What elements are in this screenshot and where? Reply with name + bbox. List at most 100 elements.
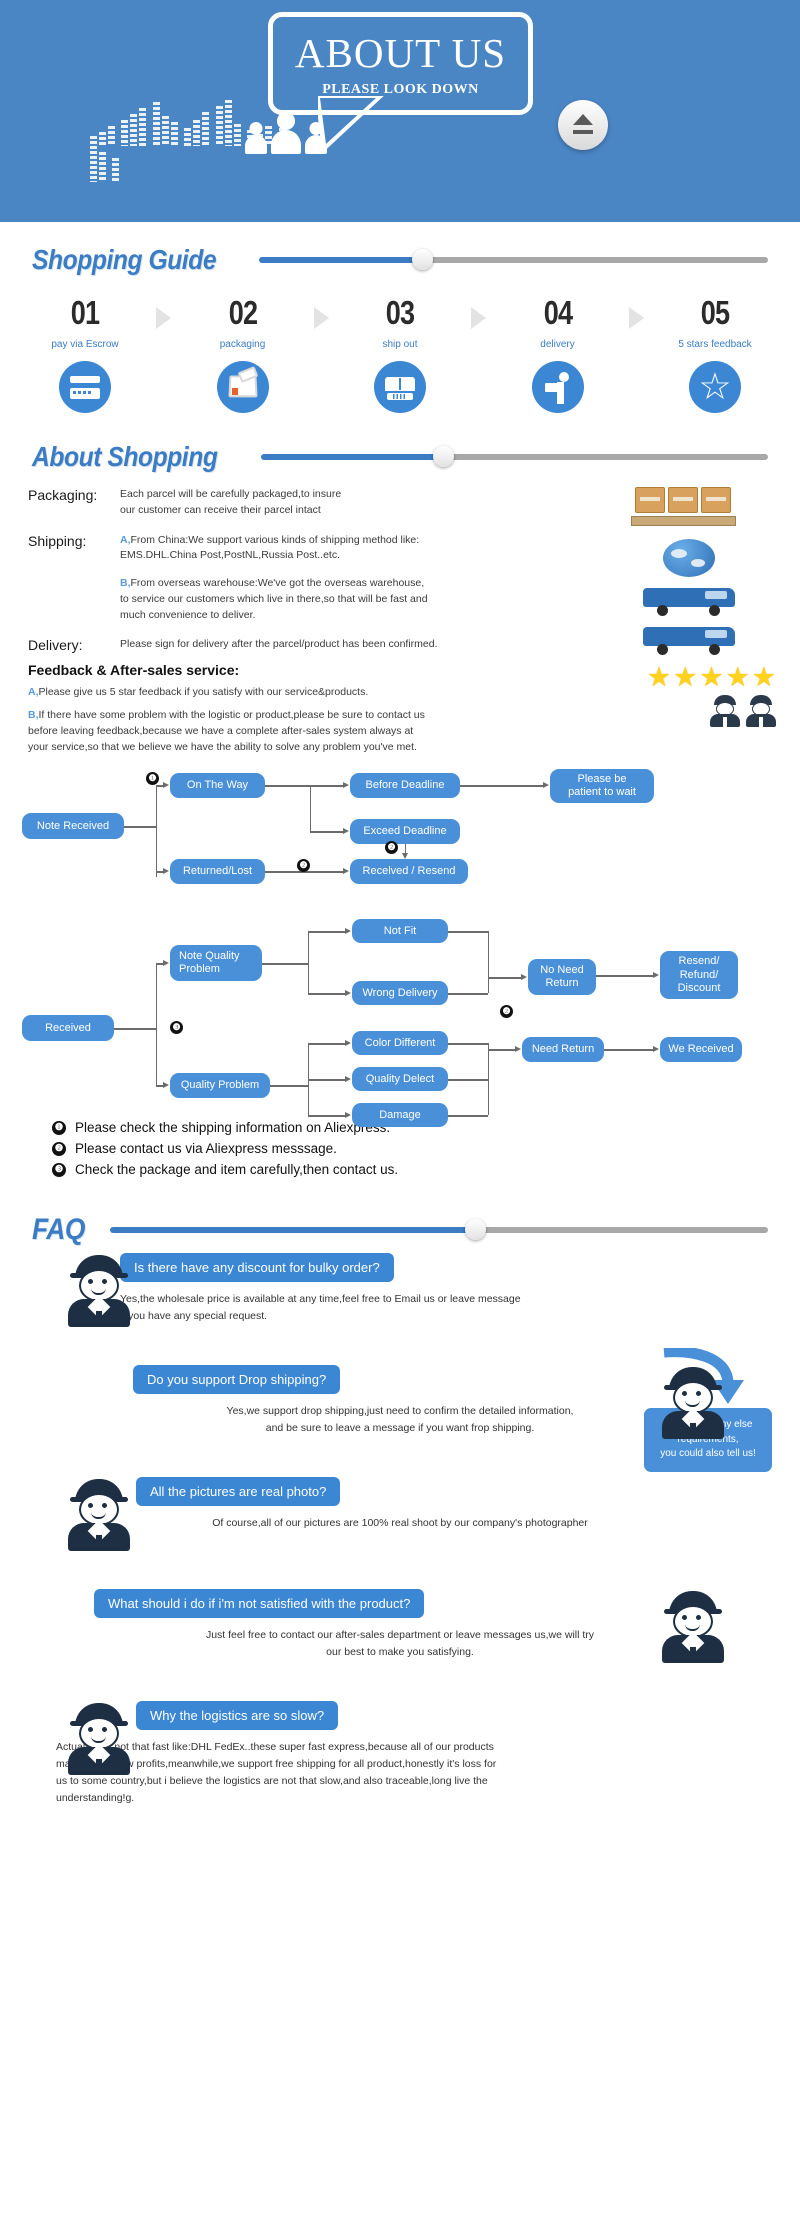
flow1-node-please-be-patient[interactable]: Please be patient to wait	[550, 769, 654, 804]
packaging-text-line2: our customer can receive their parcel in…	[120, 503, 321, 516]
faq-question[interactable]: Do you support Drop shipping?	[133, 1365, 341, 1395]
faq-answer-line2: and be sure to leave a message if you wa…	[265, 1422, 535, 1435]
step-03: 03 ship out	[341, 294, 459, 413]
step-number: 03	[385, 294, 415, 331]
feedback-b-line2: before leaving feedback,because we have …	[28, 724, 414, 737]
note-item: ❷ Please contact us via Aliexpress messs…	[52, 1141, 800, 1156]
flow2-node-resend-refund-discount[interactable]: Resend/ Refund/ Discount	[660, 951, 738, 1000]
faq-question[interactable]: Is there have any discount for bulky ord…	[120, 1253, 394, 1283]
flow2-node-quality-problem[interactable]: Quality Problem	[170, 1073, 270, 1099]
flow2-node-need-return[interactable]: Need Return	[522, 1037, 604, 1063]
faq-answer-line1: Of course,all of our pictures are 100% r…	[212, 1517, 588, 1530]
flow2-badge-3: ❸	[170, 1021, 183, 1035]
flow1-node-note-received[interactable]: Note Received	[22, 813, 124, 840]
feedback-b-line3: your service,so that we believe we have …	[28, 740, 417, 753]
shipping-a-line2: EMS.DHL.China Post,PostNL,Russia Post..e…	[120, 549, 341, 562]
flow2-node-we-received[interactable]: We Received	[660, 1037, 742, 1063]
step-label: ship out	[382, 339, 418, 350]
faq-avatar-icon	[662, 1367, 724, 1440]
step-arrow-icon	[313, 307, 329, 329]
shopping-guide-header: Shopping Guide	[0, 244, 800, 276]
flow2-badge-2: ❷	[500, 1005, 513, 1019]
pallet-boxes-icon	[601, 487, 776, 531]
delivery-text: Please sign for delivery after the parce…	[120, 638, 438, 651]
step-number: 01	[70, 294, 100, 331]
flow2-node-wrong-delivery[interactable]: Wrong Delivery	[352, 981, 448, 1006]
about-shopping-header: About Shopping	[0, 441, 800, 473]
faq-answer-line2: our best to make you satisfying.	[326, 1646, 474, 1659]
banner-title: ABOUT US	[294, 30, 507, 76]
shipping-b-line1: From overseas warehouse:We've got the ov…	[130, 577, 425, 589]
about-shopping-figures: ★ ★ ★ ★ ★	[601, 487, 776, 727]
note-item: ❸ Check the package and item carefully,t…	[52, 1162, 800, 1177]
step-label: packaging	[219, 339, 266, 350]
eject-icon[interactable]	[558, 100, 608, 150]
flow2-node-damage[interactable]: Damage	[352, 1103, 448, 1128]
flow1-badge-1: ❶	[146, 772, 159, 786]
faq-answer-line2: if you have any special request.	[120, 1310, 268, 1323]
faq-answer-line1: Yes,the wholesale price is available at …	[120, 1293, 521, 1306]
flowchart-shipping-status: Note Received On The Way Returned/Lost B…	[0, 767, 800, 887]
bus-icon	[374, 361, 426, 413]
faq-question[interactable]: Why the logistics are so slow?	[136, 1701, 339, 1731]
credit-card-icon	[59, 361, 111, 413]
note-text: Check the package and item carefully,the…	[75, 1162, 399, 1178]
delivery-person-icon	[531, 361, 584, 413]
step-04: 04 delivery	[499, 294, 617, 413]
flow1-node-before-deadline[interactable]: Before Deadline	[350, 773, 460, 799]
flow1-node-exceed-deadline[interactable]: Exceed Deadline	[350, 819, 460, 845]
flow1-node-received-resend[interactable]: Recelved / Resend	[350, 859, 468, 885]
shopping-guide-steps: 01 pay via Escrow 02 packaging 03 ship o…	[0, 276, 800, 413]
flow2-node-not-fit[interactable]: Not Fit	[352, 919, 448, 944]
step-05: 05 5 stars feedback ☆	[656, 294, 774, 413]
about-shopping-slider[interactable]	[260, 446, 768, 468]
flow2-node-note-quality-problem[interactable]: Note Quality Problem	[170, 945, 262, 982]
flow1-node-returned-lost[interactable]: Returned/Lost	[170, 859, 265, 885]
note-text: Please check the shipping information on…	[75, 1120, 391, 1136]
faq-answer-line1: Actually it is not that fast like:DHL Fe…	[56, 1741, 494, 1754]
flow2-node-color-different[interactable]: Color Different	[352, 1031, 448, 1056]
step-number: 05	[700, 294, 730, 331]
faq-question[interactable]: What should i do if i'm not satisfied wi…	[94, 1589, 425, 1619]
open-box-icon	[216, 361, 269, 413]
step-02: 02 packaging	[184, 294, 302, 413]
speech-bubble: ABOUT US PLEASE LOOK DOWN	[268, 12, 533, 115]
note-bullet: ❸	[52, 1162, 66, 1177]
shopping-guide-slider[interactable]	[259, 249, 768, 271]
faq-avatar-icon	[68, 1703, 130, 1776]
about-shopping-title: About Shopping	[32, 441, 218, 472]
faq-answer: Just feel free to contact our after-sale…	[28, 1627, 772, 1661]
flow1-node-on-the-way[interactable]: On The Way	[170, 773, 265, 799]
faq-header: FAQ	[0, 1213, 800, 1247]
step-number: 04	[543, 294, 572, 331]
flow2-node-quality-delect[interactable]: Quality Delect	[352, 1067, 448, 1092]
faq-answer-line1: Just feel free to contact our after-sale…	[205, 1629, 595, 1642]
faq-avatar-icon	[68, 1479, 130, 1552]
note-bullet: ❷	[52, 1141, 66, 1156]
shopping-guide-title: Shopping Guide	[32, 244, 217, 275]
feedback-a-text: Please give us 5 star feedback if you sa…	[38, 686, 369, 699]
faq-item-5: Why the logistics are so slow? Actually …	[28, 1695, 772, 1807]
faq-item-1: Is there have any discount for bulky ord…	[28, 1247, 772, 1359]
flow2-node-no-need-return[interactable]: No Need Return	[528, 959, 596, 996]
faq-answer-line2: makes really low profits,meanwhile,we su…	[56, 1758, 497, 1771]
shipping-label: Shipping:	[28, 532, 87, 549]
shipping-a-line1: From China:We support various kinds of s…	[130, 533, 420, 546]
blue-van-icon	[642, 625, 735, 655]
faq-question[interactable]: All the pictures are real photo?	[136, 1477, 341, 1507]
faq-item-4: What should i do if i'm not satisfied wi…	[28, 1583, 772, 1695]
flow1-badge-3: ❷	[385, 841, 398, 855]
packaging-label: Packaging:	[28, 487, 98, 503]
faq-slider[interactable]	[110, 1219, 768, 1241]
star-icon: ☆	[689, 361, 741, 413]
flowchart-problem-resolution: Received Note Quality Problem Quality Pr…	[0, 909, 800, 1128]
feedback-b-block: B,If there have some problem with the lo…	[28, 708, 563, 755]
step-01: 01 pay via Escrow	[26, 294, 144, 413]
step-label: 5 stars feedback	[678, 339, 752, 350]
faq-answer-line4: understanding!g.	[56, 1791, 135, 1804]
flow2-node-received[interactable]: Received	[22, 1015, 114, 1042]
step-label: delivery	[540, 339, 575, 350]
faq-answer-line1: Yes,we support drop shipping,just need t…	[226, 1405, 574, 1418]
faq-list: Is there have any discount for bulky ord…	[0, 1247, 800, 1807]
step-arrow-icon	[471, 307, 487, 329]
